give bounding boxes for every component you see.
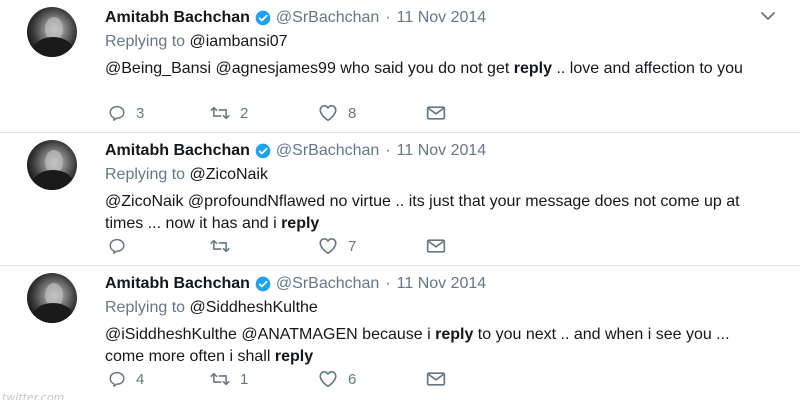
replying-handle[interactable]: @iambansi07 [190,33,288,50]
retweet-count: 2 [240,104,249,122]
tweet-text: @iSiddheshKulthe @ANATMAGEN because i re… [105,324,765,368]
tweet-text: @Being_Bansi @agnesjames99 who said you … [105,58,765,80]
reply-icon [109,238,125,254]
text-part: @ZicoNaik @profoundNflawed no virtue .. … [105,193,740,232]
verified-badge-icon [255,10,271,26]
author-handle[interactable]: @SrBachchan [276,142,379,160]
tweet-date[interactable]: 11 Nov 2014 [397,275,487,293]
heart-icon [319,370,337,388]
reply-button[interactable] [108,237,136,255]
tweet-date[interactable]: 11 Nov 2014 [397,9,487,27]
tweet-header: Amitabh Bachchan @SrBachchan · 11 Nov 20… [105,140,486,162]
text-part: @iSiddheshKulthe @ANATMAGEN because i [105,326,436,343]
like-count: 6 [348,370,357,388]
author-handle[interactable]: @SrBachchan [276,275,379,293]
avatar[interactable] [27,7,77,57]
author-name[interactable]: Amitabh Bachchan [105,142,250,160]
retweet-icon [210,372,230,386]
chevron-down-icon[interactable] [760,10,776,22]
like-count: 7 [348,237,357,255]
text-bold: reply [274,348,314,365]
tweet-card[interactable]: Amitabh Bachchan @SrBachchan · 11 Nov 20… [0,0,800,132]
reply-count: 3 [136,104,145,122]
like-count: 8 [348,104,357,122]
heart-icon [319,104,337,122]
retweet-button[interactable]: 2 [210,104,248,122]
replying-label: Replying to [105,299,186,316]
tweet-header: Amitabh Bachchan @SrBachchan · 11 Nov 20… [105,7,486,29]
avatar-shade [33,37,73,57]
avatar-shade [33,170,73,190]
separator-dot: · [385,142,391,159]
reply-icon [109,105,125,121]
tweet-actions: 3 2 8 [108,104,448,122]
retweet-button[interactable]: 1 [210,370,248,388]
like-button[interactable]: 7 [318,237,356,255]
text-part: .. love and affection to you [552,60,743,77]
replying-label: Replying to [105,166,186,183]
reply-icon [109,371,125,387]
text-bold: reply [435,326,474,343]
replying-to: Replying to @SiddheshKulthe [105,299,318,317]
reply-button[interactable]: 4 [108,370,144,388]
tweet-card[interactable]: Amitabh Bachchan @SrBachchan · 11 Nov 20… [0,266,800,398]
tweet-date[interactable]: 11 Nov 2014 [397,142,487,160]
text-bold: reply [281,215,320,232]
replying-label: Replying to [105,33,186,50]
envelope-icon [426,372,446,386]
retweet-button[interactable] [210,237,240,255]
retweet-count: 1 [240,370,249,388]
text-bold: reply [513,60,552,77]
tweet-text: @ZicoNaik @profoundNflawed no virtue .. … [105,191,765,235]
avatar-shade [33,303,73,323]
author-name[interactable]: Amitabh Bachchan [105,275,250,293]
envelope-icon [426,106,446,120]
verified-badge-icon [255,276,271,292]
author-name[interactable]: Amitabh Bachchan [105,9,250,27]
reply-button[interactable]: 3 [108,104,144,122]
text-part: @Being_Bansi @agnesjames99 who said you … [105,60,514,77]
direct-message-button[interactable] [426,370,446,388]
author-handle[interactable]: @SrBachchan [276,9,379,27]
avatar[interactable] [27,273,77,323]
avatar[interactable] [27,140,77,190]
like-button[interactable]: 8 [318,104,356,122]
tweet-actions: 4 1 6 [108,370,448,388]
verified-badge-icon [255,143,271,159]
tweet-header: Amitabh Bachchan @SrBachchan · 11 Nov 20… [105,273,486,295]
separator-dot: · [385,275,391,292]
heart-icon [319,237,337,255]
reply-count: 4 [136,370,145,388]
replying-handle[interactable]: @ZicoNaik [190,166,268,183]
like-button[interactable]: 6 [318,370,356,388]
retweet-icon [210,106,230,120]
retweet-icon [210,239,230,253]
tweet-actions: 7 [108,237,448,255]
direct-message-button[interactable] [426,237,446,255]
tweet-thread: Amitabh Bachchan @SrBachchan · 11 Nov 20… [0,0,800,400]
replying-handle[interactable]: @SiddheshKulthe [190,299,318,316]
tweet-card[interactable]: Amitabh Bachchan @SrBachchan · 11 Nov 20… [0,133,800,265]
envelope-icon [426,239,446,253]
replying-to: Replying to @ZicoNaik [105,166,268,184]
watermark: twitter.com [2,391,65,400]
separator-dot: · [385,9,391,26]
direct-message-button[interactable] [426,104,446,122]
replying-to: Replying to @iambansi07 [105,33,288,51]
